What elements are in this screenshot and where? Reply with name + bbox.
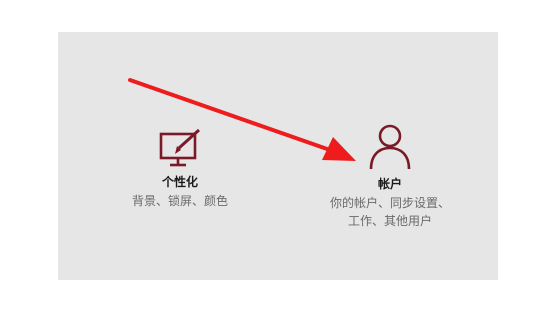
personalization-icon bbox=[159, 128, 201, 167]
personalization-tile[interactable]: 个性化 背景、锁屏、颜色 bbox=[110, 128, 250, 210]
account-person-icon bbox=[369, 124, 411, 170]
accounts-description: 你的帐户、同步设置、 工作、其他用户 bbox=[305, 194, 475, 230]
personalization-title: 个性化 bbox=[161, 175, 198, 189]
accounts-description-line1: 你的帐户、同步设置、 bbox=[329, 196, 450, 210]
personalization-description: 背景、锁屏、颜色 bbox=[131, 194, 228, 208]
accounts-title: 帐户 bbox=[377, 177, 402, 191]
accounts-description-line2: 工作、其他用户 bbox=[347, 214, 432, 228]
accounts-tile[interactable]: 帐户 你的帐户、同步设置、 工作、其他用户 bbox=[305, 122, 475, 230]
